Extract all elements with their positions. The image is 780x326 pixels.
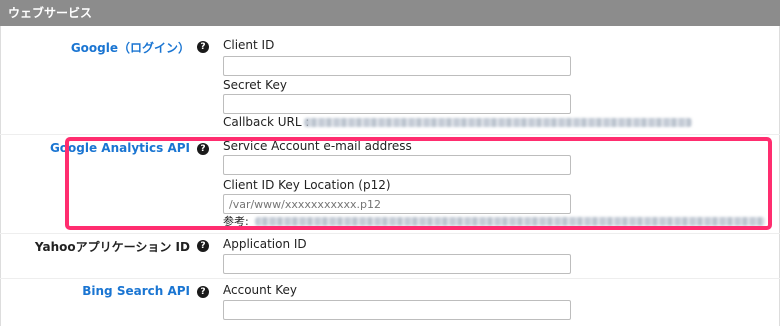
bing-search-api-label[interactable]: Bing Search API (0, 284, 190, 298)
client-id-label: Client ID (223, 38, 275, 52)
application-id-input[interactable] (223, 254, 571, 274)
row-divider (0, 134, 780, 135)
yahoo-app-id-label: Yahooアプリケーション ID (34, 240, 190, 254)
service-account-input[interactable] (223, 155, 571, 175)
service-account-label: Service Account e-mail address (223, 139, 412, 153)
section-header-web-services: ウェブサービス (0, 0, 780, 26)
bing-help-icon[interactable]: ? (197, 286, 209, 298)
application-id-label: Application ID (223, 237, 307, 251)
reference-label: 参考: (223, 215, 249, 228)
google-login-label[interactable]: Google（ログイン） (0, 39, 190, 56)
analytics-help-icon[interactable]: ? (197, 143, 209, 155)
google-help-icon[interactable]: ? (197, 41, 209, 53)
secret-key-input[interactable] (223, 94, 571, 114)
yahoo-help-icon[interactable]: ? (197, 240, 209, 252)
account-key-input[interactable] (223, 300, 571, 320)
key-location-input[interactable] (223, 194, 571, 214)
account-key-label: Account Key (223, 283, 298, 297)
row-divider (0, 278, 780, 279)
client-id-input[interactable] (223, 56, 571, 76)
callback-url-value-blurred (304, 118, 692, 127)
secret-key-label: Secret Key (223, 78, 287, 92)
key-location-label: Client ID Key Location (p12) (223, 178, 391, 192)
google-analytics-api-label[interactable]: Google Analytics API (0, 141, 190, 155)
row-divider (0, 233, 780, 234)
reference-url-blurred (255, 217, 765, 226)
callback-url-label: Callback URL : (223, 115, 310, 129)
